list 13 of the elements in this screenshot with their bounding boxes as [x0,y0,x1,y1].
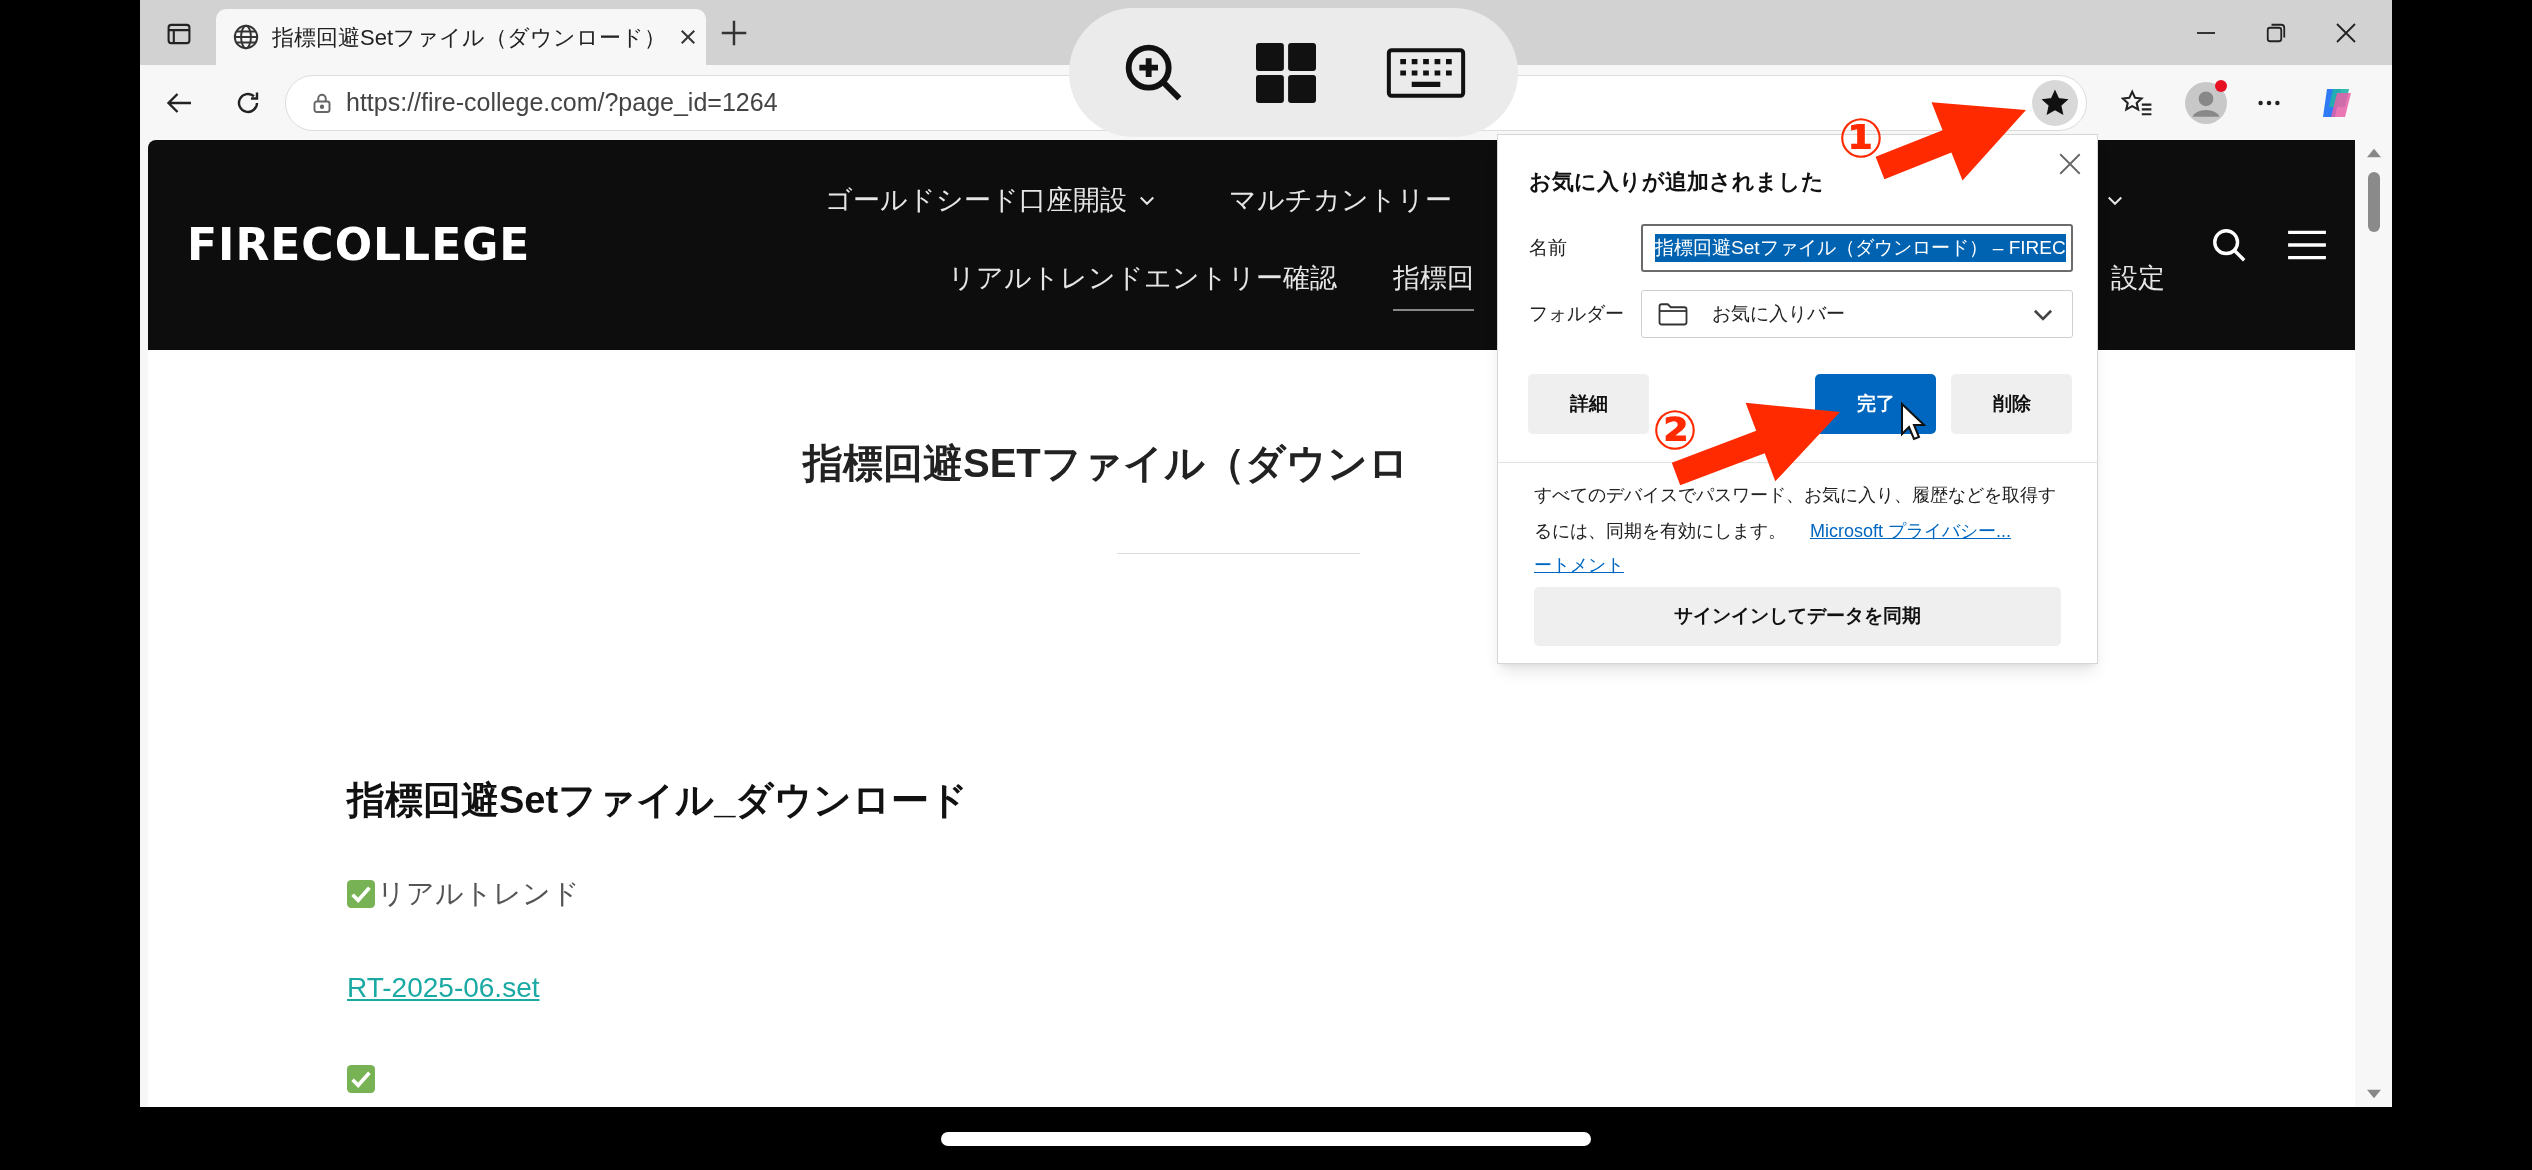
page-title: 指標回避SETファイル（ダウンロ [803,440,1409,487]
folder-value: お気に入りバー [1712,301,1845,326]
step-number: ① [1838,112,1884,166]
sync-message: すべてのデバイスでパスワード、お気に入り、履歴などを取得するには、同期を有効にします。 Microsoft プライバシー... [1533,484,2057,543]
name-value: 指標回避Setファイル（ダウンロード） – FIREC [1655,233,2066,263]
tab-title: 指標回避Setファイル（ダウンロード） [272,23,667,52]
field-label: 名前 [1529,235,1568,260]
url-text: https://fire-college.com/?page_id=1264 [346,86,778,118]
field-label: フォルダー [1529,301,1625,326]
step-number: ② [1652,404,1698,458]
section-heading: 指標回避Setファイル_ダウンロード [347,778,970,823]
popup-title: お気に入りが追加されました [1529,168,1824,196]
item-label: リアルトレンド [377,877,580,911]
